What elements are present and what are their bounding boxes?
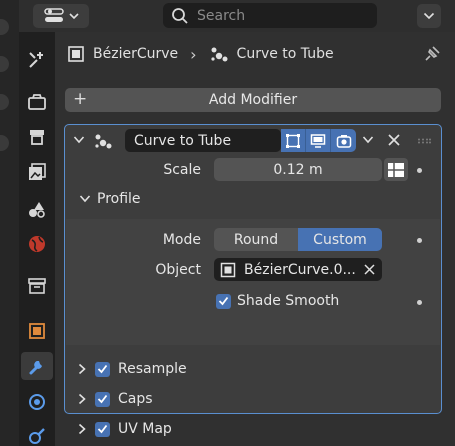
properties-editor-icon: [43, 8, 64, 22]
breadcrumb: BézierCurve › Curve to Tube: [67, 42, 334, 66]
resample-checkbox[interactable]: [95, 361, 110, 377]
tab-collection[interactable]: [24, 272, 50, 300]
output-icon: [30, 130, 44, 145]
camera-icon: [336, 134, 351, 148]
add-modifier-label: Add Modifier: [208, 92, 298, 108]
world-icon: [29, 236, 45, 252]
modifier-icon: [29, 361, 42, 375]
attribute-toggle-button[interactable]: [384, 158, 408, 181]
edit-mode-toggle[interactable]: [281, 129, 306, 152]
physics-icon: [29, 428, 45, 444]
attribute-table-icon: [388, 162, 404, 177]
properties-header: Search: [19, 0, 455, 32]
properties-tabs: [19, 32, 55, 446]
collection-icon: [28, 278, 46, 294]
gizmo-dot: [0, 56, 9, 72]
keyframe-dot[interactable]: [417, 238, 422, 243]
modifier-properties-panel: BézierCurve › Curve to Tube + Add Modifi…: [55, 32, 455, 446]
modifier-visibility-toggles: [281, 129, 356, 152]
mode-label: Mode: [162, 232, 201, 248]
chevron-right-icon: [78, 363, 86, 375]
profile-header[interactable]: Profile: [79, 185, 141, 213]
pin-icon: [425, 46, 440, 61]
curve-to-tube-icon: [210, 47, 228, 62]
scale-field[interactable]: 0.12 m: [214, 158, 382, 181]
mode-option-custom[interactable]: Custom: [298, 228, 382, 251]
view-layer-icon: [29, 163, 46, 180]
scene-icon: [29, 202, 45, 218]
curve-to-tube-icon: [95, 134, 112, 149]
keyframe-dot[interactable]: [417, 168, 422, 173]
chevron-right-icon: ›: [190, 44, 197, 64]
breadcrumb-object-name: BézierCurve: [93, 46, 179, 62]
editor-type-button[interactable]: [33, 4, 89, 28]
breadcrumb-modifier-name: Curve to Tube: [236, 46, 334, 62]
monitor-icon: [310, 133, 326, 148]
drag-handle-icon[interactable]: [417, 138, 431, 144]
search-field[interactable]: Search: [163, 3, 377, 28]
options-dropdown-button[interactable]: [417, 4, 441, 28]
profile-object-field[interactable]: BézierCurve.0...: [214, 258, 382, 281]
clear-icon[interactable]: [364, 264, 375, 275]
checkbox-checked-icon: [216, 293, 231, 309]
gizmo-dot: [0, 19, 9, 35]
uv-map-label: UV Map: [118, 421, 172, 437]
tab-output[interactable]: [24, 123, 50, 151]
mode-segmented-control: Round Custom: [214, 228, 382, 251]
tab-world[interactable]: [24, 230, 50, 258]
chevron-down-icon[interactable]: [73, 135, 85, 145]
chevron-down-icon: [68, 13, 79, 20]
edit-mode-icon: [286, 133, 300, 148]
tab-modifiers[interactable]: [21, 352, 53, 380]
add-modifier-button[interactable]: + Add Modifier: [65, 88, 441, 112]
scale-label: Scale: [163, 162, 201, 178]
plus-icon: +: [73, 89, 88, 109]
caps-label: Caps: [118, 391, 153, 407]
gizmo-dot: [0, 94, 9, 110]
viewport-edge: [0, 0, 19, 446]
search-icon: [172, 7, 188, 24]
profile-label: Profile: [97, 191, 141, 207]
profile-body: Mode Round Custom Object BézierCurve.0..…: [66, 219, 440, 345]
particles-icon: [29, 394, 45, 410]
uv-map-checkbox[interactable]: [95, 421, 110, 437]
search-input[interactable]: Search: [197, 8, 245, 24]
modifier-panel: Curve to Tube Scale 0.12 m Profile Mode …: [64, 124, 442, 437]
resample-label: Resample: [118, 361, 187, 377]
modifier-name-field[interactable]: Curve to Tube: [125, 129, 281, 152]
tab-object[interactable]: [24, 317, 50, 345]
shade-smooth-label: Shade Smooth: [237, 293, 340, 309]
tab-physics[interactable]: [24, 422, 50, 446]
chevron-down-icon: [423, 12, 435, 20]
object-icon: [220, 262, 236, 277]
tab-scene[interactable]: [24, 195, 50, 223]
shade-smooth-checkbox[interactable]: Shade Smooth: [216, 291, 339, 311]
chevron-down-icon: [79, 195, 91, 203]
render-toggle[interactable]: [331, 129, 356, 152]
pin-button[interactable]: [423, 45, 441, 67]
tab-tool[interactable]: [24, 46, 50, 74]
object-label: Object: [155, 262, 201, 278]
tab-particles[interactable]: [24, 388, 50, 416]
close-icon[interactable]: [387, 133, 401, 147]
render-icon: [28, 94, 46, 110]
resample-subpanel-header[interactable]: Resample: [77, 355, 187, 383]
caps-subpanel-header[interactable]: Caps: [77, 385, 153, 413]
tool-icon: [29, 52, 43, 68]
caps-checkbox[interactable]: [95, 391, 110, 407]
gizmo-dot: [0, 135, 9, 151]
modifier-header: Curve to Tube: [65, 125, 441, 157]
chevron-right-icon: [78, 393, 86, 405]
uv-map-subpanel-header[interactable]: UV Map: [77, 415, 172, 443]
keyframe-dot[interactable]: [417, 300, 422, 305]
object-icon: [29, 323, 45, 339]
viewport-toggle[interactable]: [306, 129, 331, 152]
object-icon: [68, 46, 84, 62]
mode-option-round[interactable]: Round: [214, 228, 298, 251]
chevron-down-icon[interactable]: [362, 135, 374, 145]
chevron-right-icon: [78, 423, 86, 435]
tab-view-layer[interactable]: [24, 158, 50, 186]
profile-object-value: BézierCurve.0...: [244, 261, 356, 278]
tab-render[interactable]: [24, 88, 50, 116]
